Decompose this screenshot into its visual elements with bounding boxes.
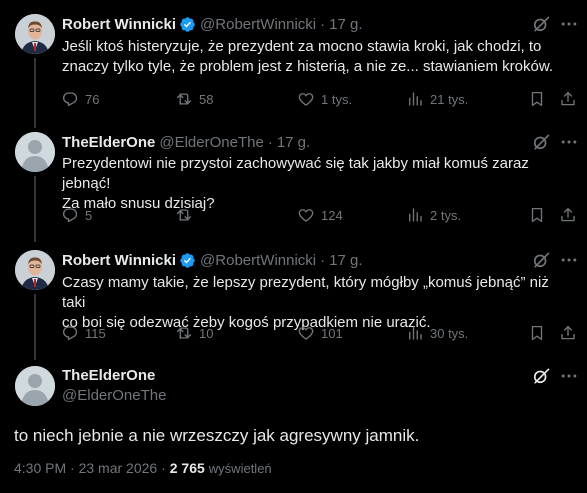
author-handle[interactable]: @ElderOneThe	[159, 134, 263, 151]
more-options-icon[interactable]	[559, 132, 579, 152]
tweet-header: Robert Winnicki @RobertWinnicki · 17 g.	[62, 14, 363, 34]
views-icon	[409, 92, 422, 106]
verified-badge-icon	[180, 16, 195, 32]
views-icon	[409, 326, 422, 340]
like-count: 101	[321, 325, 343, 341]
separator-dot: ·	[320, 251, 326, 269]
tweet-header: Robert Winnicki @RobertWinnicki · 17 g.	[62, 250, 363, 270]
author-name[interactable]: TheElderOne	[62, 367, 155, 384]
author-name[interactable]: Robert Winnicki	[62, 252, 176, 269]
share-icon	[561, 325, 575, 340]
tweet-1[interactable]: Robert Winnicki @RobertWinnicki · 17 g. …	[0, 0, 587, 128]
thread-line	[34, 294, 36, 360]
like-button[interactable]: 124	[297, 205, 343, 225]
views-count: 2 tys.	[430, 207, 462, 223]
like-button[interactable]: 1 tys.	[297, 89, 352, 109]
avatar[interactable]	[15, 366, 55, 406]
main-tweet: TheElderOne @ElderOneThe to niech jebnie…	[0, 354, 587, 493]
thread-line	[34, 176, 36, 242]
tweet-header: TheElderOne @ElderOneThe · 17 g.	[62, 132, 310, 152]
timestamp[interactable]: 17 g.	[329, 16, 362, 33]
share-button[interactable]	[559, 89, 577, 109]
repost-icon	[176, 327, 192, 339]
share-icon	[561, 207, 575, 222]
reply-icon	[62, 92, 78, 107]
share-button[interactable]	[559, 323, 577, 343]
tweet-actions: 115 10 101 30 tys.	[55, 323, 579, 343]
views-label: wyświetleń	[208, 461, 272, 476]
like-count: 124	[321, 207, 343, 223]
share-icon	[561, 91, 575, 106]
reply-button[interactable]: 115	[61, 323, 106, 343]
reply-icon	[62, 208, 78, 223]
repost-icon	[176, 209, 192, 221]
separator-dot: ·	[320, 15, 326, 33]
more-options-icon[interactable]	[559, 366, 579, 386]
views-button[interactable]: 21 tys.	[406, 89, 468, 109]
reply-button[interactable]: 5	[61, 205, 92, 225]
separator-dot: ·	[267, 133, 273, 151]
repost-count: 58	[199, 91, 214, 107]
repost-button[interactable]: 58	[175, 89, 213, 109]
heart-icon	[298, 327, 314, 340]
author-handle[interactable]: @RobertWinnicki	[200, 16, 316, 33]
tweet-meta: 4:30 PM · 23 mar 2026 · 2 765 wyświetleń	[14, 460, 272, 476]
reply-icon	[62, 326, 78, 341]
author-handle[interactable]: @ElderOneThe	[62, 387, 166, 404]
views-icon	[409, 208, 422, 222]
thread-line	[34, 58, 36, 128]
tweet-3[interactable]: Robert Winnicki @RobertWinnicki · 17 g. …	[0, 236, 587, 360]
avatar[interactable]	[15, 132, 55, 172]
timestamp[interactable]: 17 g.	[329, 252, 362, 269]
like-count: 1 tys.	[321, 91, 353, 107]
reply-count: 5	[85, 207, 93, 223]
author-handle[interactable]: @RobertWinnicki	[200, 252, 316, 269]
bookmark-button[interactable]	[528, 89, 546, 109]
more-options-icon[interactable]	[559, 14, 579, 34]
repost-button[interactable]: 10	[175, 323, 213, 343]
like-button[interactable]: 101	[297, 323, 343, 343]
tweet-text: Jeśli ktoś histeryzuje, że prezydent za …	[62, 38, 554, 75]
avatar[interactable]	[15, 14, 55, 54]
grok-icon[interactable]	[531, 132, 551, 152]
avatar[interactable]	[15, 250, 55, 290]
reply-count: 76	[85, 91, 100, 107]
tweet-actions: 5 124 2 tys.	[55, 205, 579, 225]
repost-count: 10	[199, 325, 214, 341]
grok-icon[interactable]	[531, 14, 551, 34]
tweet-actions: 76 58 1 tys. 21 tys.	[55, 89, 579, 109]
tweet-text: to niech jebnie a nie wrzeszczy jak agre…	[14, 426, 420, 445]
bookmark-icon	[531, 325, 543, 341]
repost-icon	[176, 93, 192, 105]
bookmark-button[interactable]	[528, 323, 546, 343]
bookmark-icon	[531, 207, 543, 223]
timestamp[interactable]: 4:30 PM · 23 mar 2026 ·	[14, 460, 166, 476]
views-count: 21 tys.	[430, 91, 469, 107]
reply-button[interactable]: 76	[61, 89, 99, 109]
reply-count: 115	[85, 325, 106, 341]
timestamp[interactable]: 17 g.	[277, 134, 310, 151]
bookmark-button[interactable]	[528, 205, 546, 225]
repost-button[interactable]	[175, 205, 199, 225]
views-button[interactable]: 30 tys.	[406, 323, 468, 343]
views-count: 2 765	[169, 460, 205, 476]
verified-badge-icon	[180, 252, 195, 268]
grok-icon[interactable]	[531, 366, 551, 386]
views-count: 30 tys.	[430, 325, 469, 341]
more-options-icon[interactable]	[559, 250, 579, 270]
tweet-2[interactable]: TheElderOne @ElderOneThe · 17 g. Prezyde…	[0, 122, 587, 242]
views-button[interactable]: 2 tys.	[406, 205, 461, 225]
grok-icon[interactable]	[531, 250, 551, 270]
bookmark-icon	[531, 91, 543, 107]
share-button[interactable]	[559, 205, 577, 225]
author-name[interactable]: TheElderOne	[62, 134, 155, 151]
heart-icon	[298, 209, 314, 222]
author-name[interactable]: Robert Winnicki	[62, 16, 176, 33]
heart-icon	[298, 93, 314, 106]
